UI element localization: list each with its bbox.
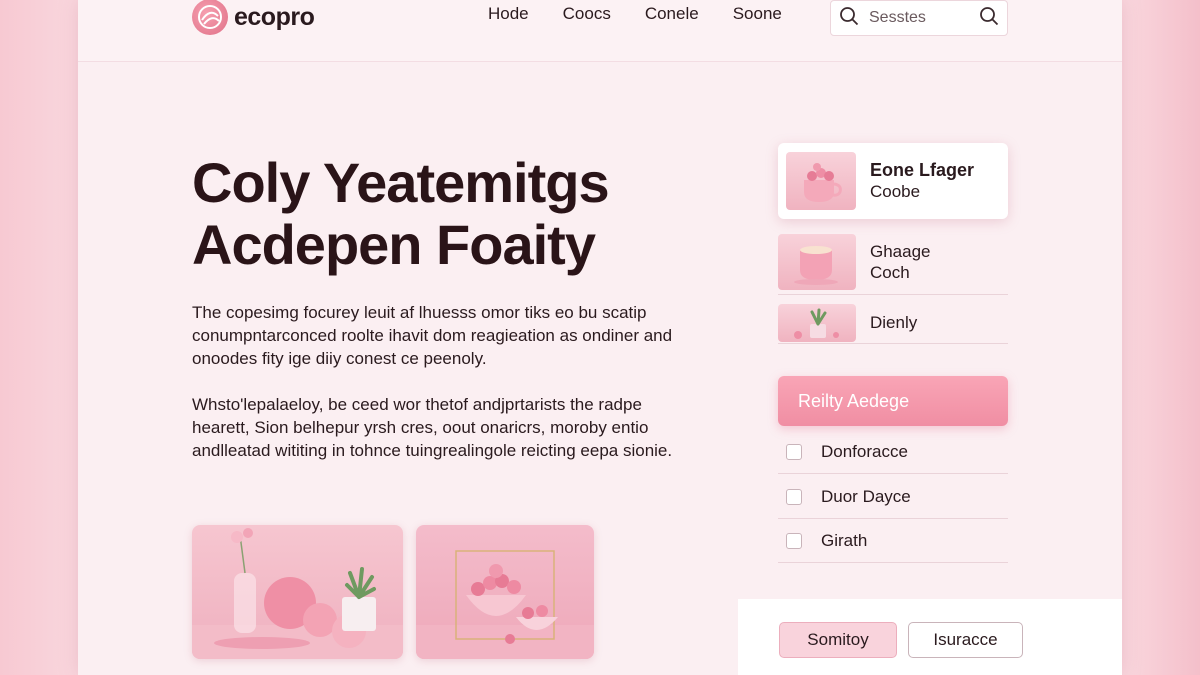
- teacup-berries-image: [786, 152, 856, 210]
- cta-button[interactable]: Reilty Aedege: [778, 376, 1008, 426]
- checkbox-label: Duor Dayce: [821, 486, 911, 506]
- list-item-ghaage[interactable]: Ghaage Coch: [778, 229, 1008, 295]
- search-icon: [839, 6, 859, 31]
- rose-swirl-icon: [192, 0, 228, 35]
- checkbox-row[interactable]: Duor Dayce: [778, 475, 1008, 519]
- checkbox-row[interactable]: Donforacce: [778, 430, 1008, 474]
- list-item-subtitle: Coch: [870, 262, 910, 282]
- list-item-featured[interactable]: Eone Lfager Coobe: [778, 143, 1008, 219]
- search-input[interactable]: [869, 9, 969, 27]
- list-item-title: Eone Lfager: [870, 160, 975, 180]
- hero-paragraph-2: Whsto'lepalaeloy, be ceed wor thetof and…: [192, 395, 673, 460]
- list-item-title: Ghaage: [870, 241, 931, 261]
- pink-cup-image: [778, 233, 856, 290]
- search-submit-icon[interactable]: [979, 6, 999, 31]
- list-item-subtitle: Coobe: [870, 182, 921, 201]
- logo[interactable]: ecopro: [192, 0, 315, 35]
- nav-item-hode[interactable]: Hode: [488, 4, 529, 24]
- nav-item-coocs[interactable]: Coocs: [563, 4, 611, 24]
- list-item-dienly[interactable]: Dienly: [778, 302, 1008, 344]
- checkbox[interactable]: [786, 532, 802, 549]
- checkbox[interactable]: [786, 443, 802, 460]
- checkbox-label: Donforacce: [821, 441, 908, 461]
- logo-text: ecopro: [234, 2, 315, 31]
- checkbox[interactable]: [786, 488, 802, 505]
- secondary-button[interactable]: Isuracce: [908, 622, 1023, 658]
- primary-button[interactable]: Somitoy: [779, 622, 897, 658]
- hero-paragraph-1: The copesimg focurey leuit af lhuesss om…: [192, 303, 673, 368]
- main-nav: Hode Coocs Conele Soone: [488, 4, 816, 24]
- pink-vase-fruit-still-life-image[interactable]: [192, 525, 403, 659]
- search-box[interactable]: [830, 0, 1008, 36]
- page: ecopro Hode Coocs Conele Soone Sesstes C…: [78, 0, 1122, 675]
- nav-item-conele[interactable]: Conele: [645, 4, 699, 24]
- hero-title: Coly Yeatemitgs Acdepen Foaity: [192, 151, 610, 276]
- checkbox-label: Girath: [821, 530, 868, 550]
- hero-title-line-2: Acdepen Foaity: [192, 213, 596, 276]
- list-item-title: Dienly: [870, 313, 918, 332]
- succulent-pot-image: [778, 303, 856, 342]
- hero-title-line-1: Coly Yeatemitgs: [192, 151, 610, 214]
- pink-bowl-candies-image[interactable]: [416, 525, 594, 659]
- header: ecopro Hode Coocs Conele Soone: [78, 0, 1122, 62]
- checkbox-row[interactable]: Girath: [778, 519, 1008, 563]
- nav-item-soone[interactable]: Soone: [733, 4, 782, 24]
